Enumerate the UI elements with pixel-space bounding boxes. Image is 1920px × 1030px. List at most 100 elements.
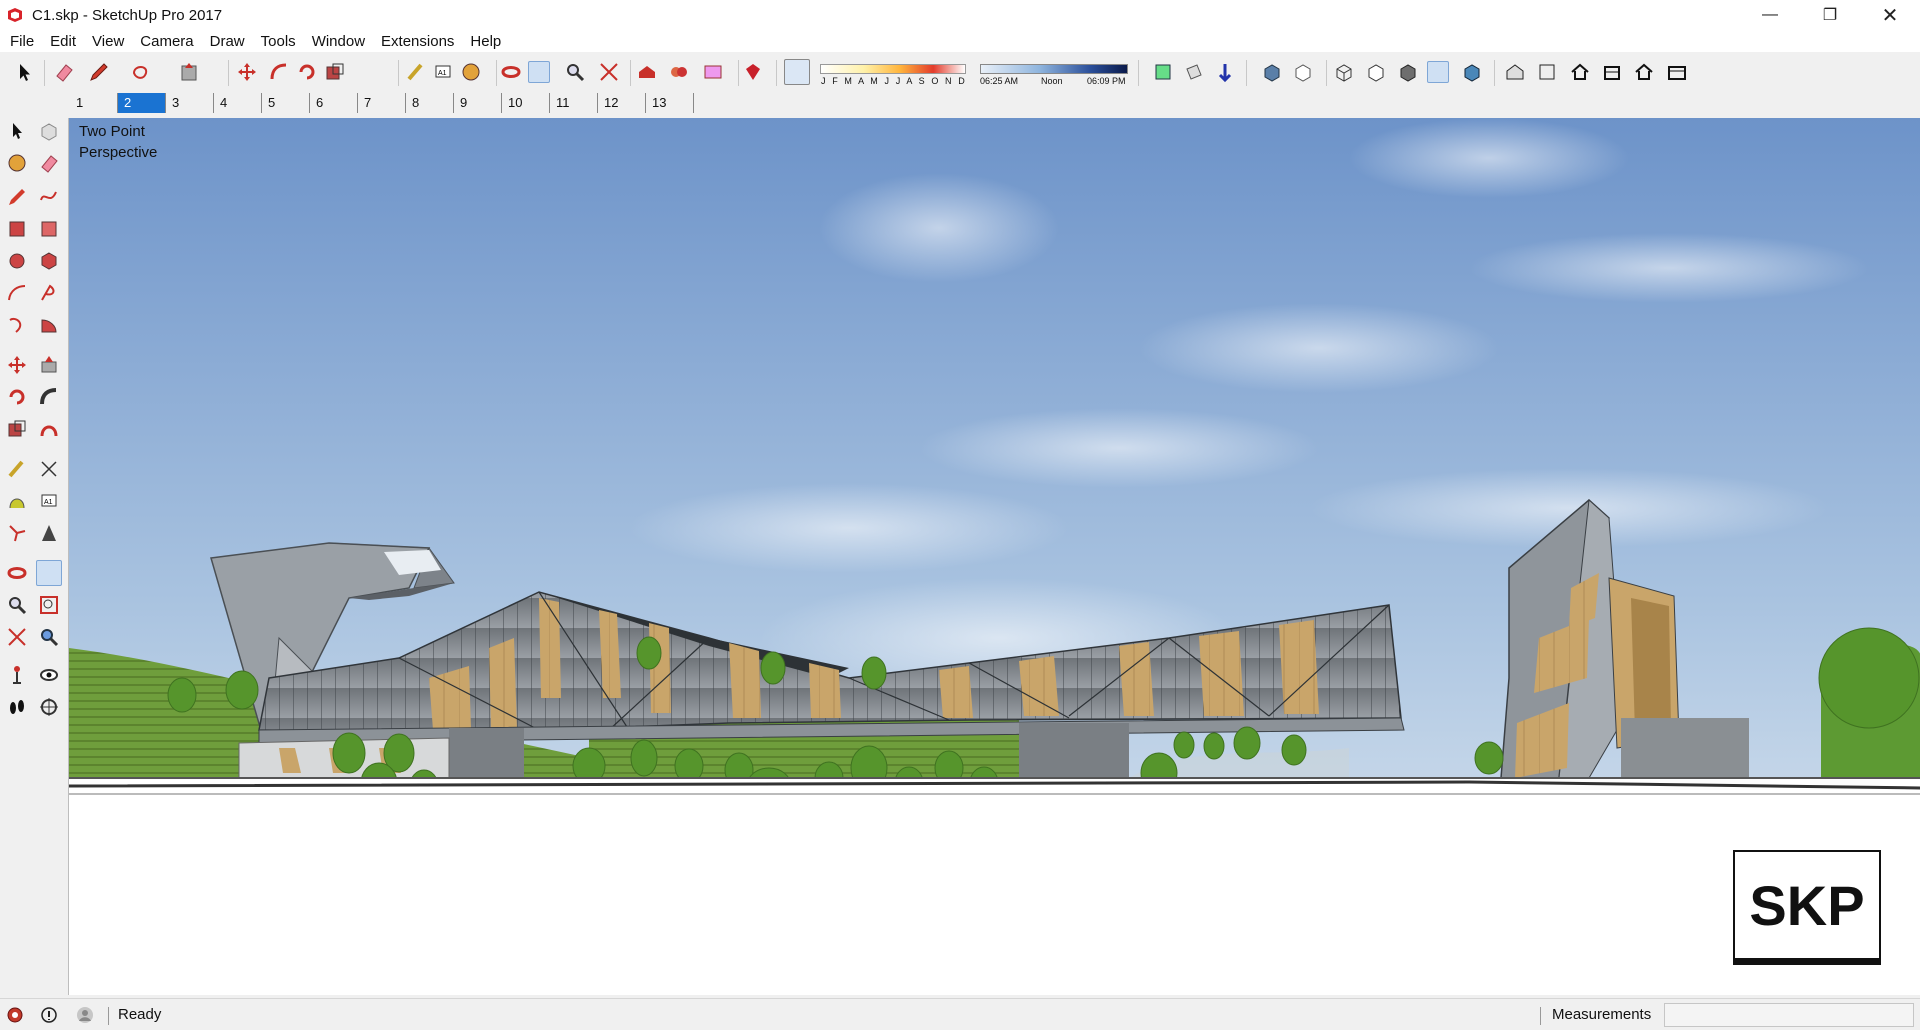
shadow-toggle-icon[interactable]	[784, 59, 810, 85]
position-camera-icon[interactable]	[6, 664, 28, 686]
protractor-icon[interactable]	[6, 490, 28, 512]
scene-tab-1[interactable]: 1	[70, 93, 118, 113]
menu-camera[interactable]: Camera	[132, 33, 201, 50]
front-view-icon[interactable]	[1569, 61, 1591, 83]
xray-icon[interactable]	[1261, 61, 1283, 83]
rotate-icon[interactable]	[296, 61, 318, 83]
pan-icon[interactable]	[528, 61, 550, 83]
rectangle-icon[interactable]	[6, 218, 28, 240]
iso-view-icon[interactable]	[1504, 61, 1526, 83]
move-icon[interactable]	[236, 61, 258, 83]
line-icon[interactable]	[6, 186, 28, 208]
paint-bucket-icon[interactable]	[6, 152, 28, 174]
zoom-icon[interactable]	[6, 594, 28, 616]
scene-tab-6[interactable]: 6	[310, 93, 358, 113]
maximize-button[interactable]: ❐	[1800, 0, 1860, 30]
make-component-icon[interactable]	[38, 120, 60, 142]
hidden-line-icon[interactable]	[1365, 61, 1387, 83]
menu-tools[interactable]: Tools	[253, 33, 304, 50]
axes-icon[interactable]	[6, 522, 28, 544]
scene-tab-10[interactable]: 10	[502, 93, 550, 113]
scene-tab-8[interactable]: 8	[406, 93, 454, 113]
arc-icon[interactable]	[6, 282, 28, 304]
tape-measure-icon[interactable]	[6, 458, 28, 480]
select-icon[interactable]	[14, 61, 36, 83]
circle-icon[interactable]	[6, 250, 28, 272]
eraser-icon[interactable]	[53, 61, 75, 83]
shaded-icon[interactable]	[1397, 61, 1419, 83]
three-point-arc-icon[interactable]	[6, 314, 28, 336]
shaded-textures-icon[interactable]	[1427, 61, 1449, 83]
user-icon[interactable]	[76, 1006, 94, 1024]
minimize-button[interactable]: —	[1740, 0, 1800, 30]
zoom-extents-icon[interactable]	[598, 61, 620, 83]
two-point-arc-icon[interactable]	[38, 282, 60, 304]
model-viewport[interactable]: Two Point Perspective SKP	[68, 118, 1920, 995]
menu-draw[interactable]: Draw	[202, 33, 253, 50]
scene-tab-4[interactable]: 4	[214, 93, 262, 113]
ruby-icon[interactable]	[742, 61, 764, 83]
geo-location-icon[interactable]	[6, 1006, 24, 1024]
follow-me-icon[interactable]	[268, 61, 290, 83]
display-section-icon[interactable]	[1183, 61, 1205, 83]
scale-icon[interactable]	[324, 61, 346, 83]
zoom-icon[interactable]	[564, 61, 586, 83]
tape-measure-icon[interactable]	[405, 61, 427, 83]
right-view-icon[interactable]	[1601, 61, 1623, 83]
rotated-rectangle-icon[interactable]	[38, 218, 60, 240]
scene-tab-2[interactable]: 2	[118, 93, 166, 113]
top-view-icon[interactable]	[1536, 61, 1558, 83]
menu-file[interactable]: File	[2, 33, 42, 50]
credits-icon[interactable]	[40, 1006, 58, 1024]
text-icon[interactable]: A1	[38, 490, 60, 512]
paint-bucket-icon[interactable]	[460, 61, 482, 83]
push-pull-icon[interactable]	[178, 61, 200, 83]
look-around-icon[interactable]	[38, 664, 60, 686]
menu-extensions[interactable]: Extensions	[373, 33, 462, 50]
menu-window[interactable]: Window	[304, 33, 373, 50]
orbit-icon[interactable]	[500, 61, 522, 83]
shadow-date-slider[interactable]	[820, 64, 966, 74]
rotate-icon[interactable]	[6, 386, 28, 408]
scale-icon[interactable]	[6, 418, 28, 440]
previous-view-icon[interactable]	[38, 626, 60, 648]
layout-icon[interactable]	[702, 61, 724, 83]
scene-tab-12[interactable]: 12	[598, 93, 646, 113]
warehouse-icon[interactable]	[636, 61, 658, 83]
wireframe-icon[interactable]	[1333, 61, 1355, 83]
scene-tab-13[interactable]: 13	[646, 93, 694, 113]
eraser-icon[interactable]	[38, 152, 60, 174]
walk-icon[interactable]	[6, 696, 28, 718]
extension-warehouse-icon[interactable]	[668, 61, 690, 83]
scene-tab-9[interactable]: 9	[454, 93, 502, 113]
section-plane-icon[interactable]	[38, 696, 60, 718]
shape-icon[interactable]	[130, 61, 152, 83]
zoom-window-icon[interactable]	[38, 594, 60, 616]
back-edges-icon[interactable]	[1292, 61, 1314, 83]
monochrome-icon[interactable]	[1461, 61, 1483, 83]
pie-icon[interactable]	[38, 314, 60, 336]
text-icon[interactable]: A1	[432, 61, 454, 83]
menu-view[interactable]: View	[84, 33, 132, 50]
left-view-icon[interactable]	[1666, 61, 1688, 83]
menu-help[interactable]: Help	[462, 33, 509, 50]
measurements-input[interactable]	[1664, 1003, 1914, 1027]
pencil-icon[interactable]	[88, 61, 110, 83]
section-cut-icon[interactable]	[1214, 61, 1236, 83]
select-icon[interactable]	[6, 120, 28, 142]
move-icon[interactable]	[6, 354, 28, 376]
back-view-icon[interactable]	[1633, 61, 1655, 83]
orbit-icon[interactable]	[6, 562, 28, 584]
follow-me-icon[interactable]	[38, 386, 60, 408]
scene-tab-7[interactable]: 7	[358, 93, 406, 113]
dimension-icon[interactable]	[38, 458, 60, 480]
offset-icon[interactable]	[38, 418, 60, 440]
scene-tab-3[interactable]: 3	[166, 93, 214, 113]
section-plane-icon[interactable]	[1152, 61, 1174, 83]
pan-icon[interactable]	[36, 560, 62, 586]
menu-edit[interactable]: Edit	[42, 33, 84, 50]
3d-text-icon[interactable]	[38, 522, 60, 544]
scene-tab-11[interactable]: 11	[550, 93, 598, 113]
polygon-icon[interactable]	[38, 250, 60, 272]
push-pull-icon[interactable]	[38, 354, 60, 376]
